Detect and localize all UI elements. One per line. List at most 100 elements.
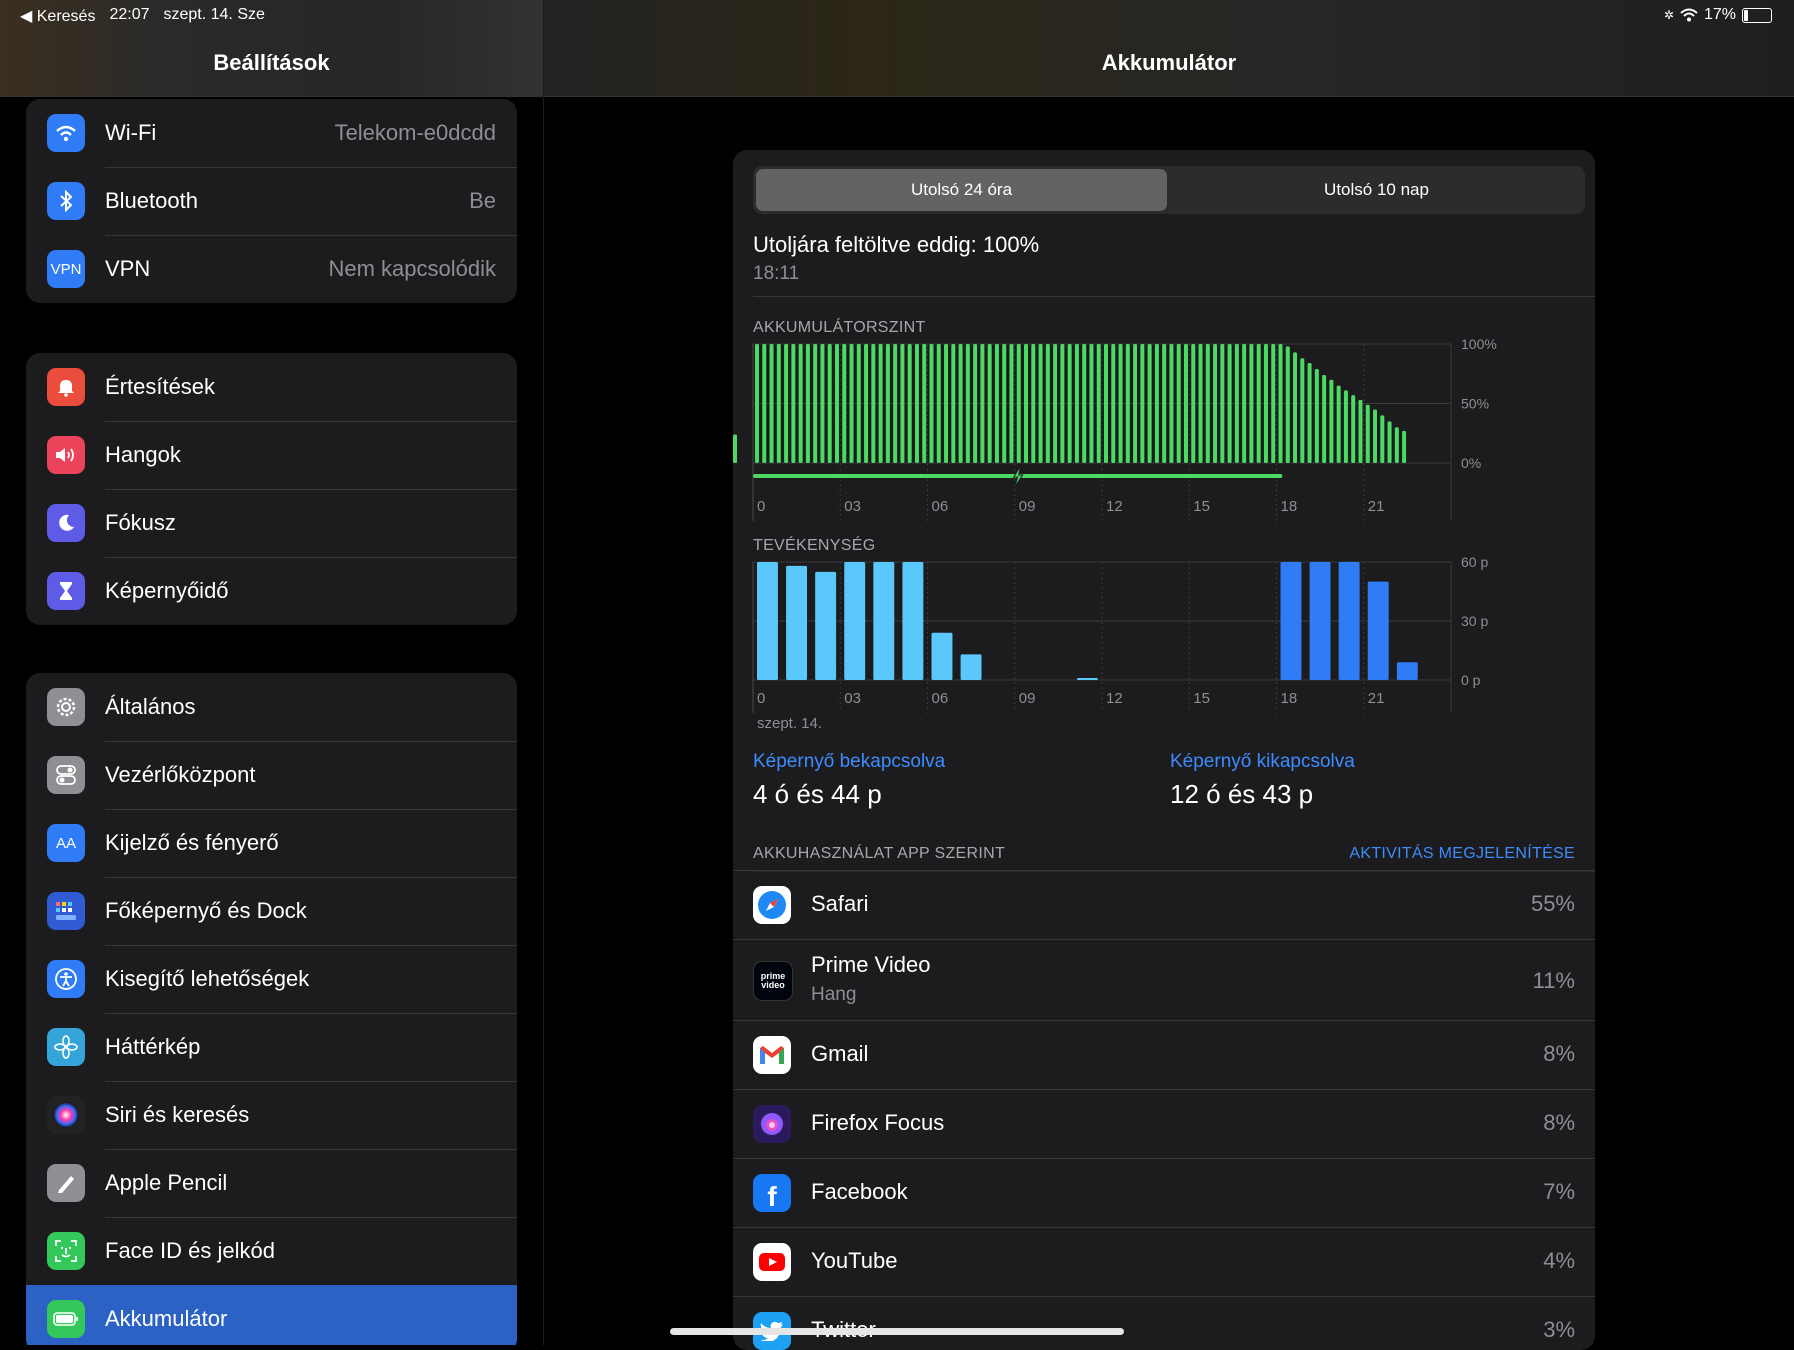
app-subtitle: Hang	[811, 984, 857, 1005]
battery-level-bar	[1031, 344, 1036, 463]
battery-level-bar	[958, 344, 963, 463]
activity-bar	[815, 571, 837, 680]
status-date: szept. 14. Sze	[163, 6, 265, 23]
battery-level-bar	[827, 344, 832, 463]
status-time: 22:07	[109, 6, 150, 23]
battery-level-bar	[1394, 427, 1399, 463]
app-usage-row[interactable]: YouTube 4%	[733, 1227, 1595, 1296]
y-tick-label: 100%	[1461, 336, 1497, 352]
battery-level-bar	[1256, 344, 1261, 463]
sidebar-item-pencil[interactable]: Apple Pencil	[26, 1149, 517, 1218]
app-name: Facebook	[811, 1179, 908, 1204]
x-tick-label: 09	[1019, 690, 1036, 707]
sidebar-item-label: Fókusz	[105, 489, 517, 558]
battery-level-bar	[1351, 395, 1356, 463]
battery-level-bar	[820, 344, 825, 463]
battery-level-bar	[1125, 344, 1130, 463]
settings-group-notifications: Értesítések Hangok Fókusz Képernyőidő	[26, 353, 517, 625]
battery-level-bar	[951, 344, 956, 463]
sidebar-item-hourglass[interactable]: Képernyőidő	[26, 557, 517, 625]
y-tick-label: 50%	[1461, 396, 1489, 412]
x-tick-label: 03	[844, 498, 861, 515]
screen-off-value: 12 ó és 43 p	[1170, 779, 1314, 809]
battery-level-bar	[965, 344, 970, 463]
x-tick-label: 09	[1019, 498, 1036, 515]
activity-bar	[757, 562, 778, 680]
app-usage-percent: 7%	[1543, 1179, 1575, 1204]
back-to-search-link[interactable]: ◀ Keresés	[20, 6, 95, 26]
home-indicator[interactable]	[670, 1328, 1124, 1335]
sidebar-item-label: Face ID és jelkód	[105, 1217, 517, 1286]
battery-card: Utolsó 24 óra Utolsó 10 nap Utoljára fel…	[733, 150, 1595, 1350]
sidebar-item-notifications[interactable]: Értesítések	[26, 353, 517, 422]
app-usage-row[interactable]: Gmail 8%	[733, 1020, 1595, 1089]
x-tick-label: 21	[1368, 690, 1385, 707]
sidebar-item-label: Kisegítő lehetőségek	[105, 945, 517, 1014]
battery-detail-pane: Akkumulátor Utolsó 24 óra Utolsó 10 nap …	[544, 0, 1794, 1350]
battery-level-bar	[842, 344, 847, 463]
sidebar-item-vpn[interactable]: VPN VPN Nem kapcsolódik	[26, 235, 517, 303]
vpn-icon: VPN	[47, 250, 85, 288]
youtube-icon	[753, 1243, 791, 1281]
sidebar-item-battery[interactable]: Akkumulátor	[26, 1285, 517, 1345]
x-tick-label: 06	[932, 498, 949, 515]
battery-level-bar	[1198, 344, 1203, 463]
sidebar-item-label: Hangok	[105, 421, 517, 490]
app-usage-percent: 11%	[1532, 968, 1575, 993]
sidebar-item-face-id[interactable]: Face ID és jelkód	[26, 1217, 517, 1286]
activity-bar	[844, 562, 866, 680]
sidebar-item-accessibility[interactable]: Kisegítő lehetőségek	[26, 945, 517, 1014]
wallpaper-flower-icon	[47, 1028, 85, 1066]
battery-level-bar	[1343, 390, 1348, 463]
app-usage-row[interactable]: f Facebook 7%	[733, 1158, 1595, 1227]
app-usage-row[interactable]: prime video Prime Video Hang 11%	[733, 939, 1595, 1020]
battery-level-bar	[1373, 409, 1378, 463]
show-activity-link[interactable]: AKTIVITÁS MEGJELENÍTÉSE	[1349, 845, 1575, 863]
sidebar-item-siri[interactable]: Siri és keresés	[26, 1081, 517, 1150]
battery-level-bar	[922, 344, 927, 463]
battery-level-bar	[1053, 344, 1058, 463]
activity-bar	[931, 632, 953, 680]
battery-level-bar	[1380, 415, 1385, 463]
battery-level-bar	[1169, 344, 1174, 463]
sidebar-item-label: Kijelző és fényerő	[105, 809, 517, 878]
notifications-icon	[47, 368, 85, 406]
sidebar-item-home-screen[interactable]: Főképernyő és Dock	[26, 877, 517, 946]
app-usage-row[interactable]: Safari 55%	[733, 870, 1595, 939]
bluetooth-icon	[47, 182, 85, 220]
app-usage-percent: 3%	[1543, 1317, 1575, 1342]
settings-group-connectivity: Wi-Fi Telekom-e0dcdd Bluetooth Be VPN VPN Nem …	[26, 99, 517, 303]
battery-level-bar	[1118, 344, 1123, 463]
battery-level-bar	[1263, 344, 1268, 463]
sidebar-item-focus-moon[interactable]: Fókusz	[26, 489, 517, 558]
focus-moon-icon	[47, 504, 85, 542]
sidebar-item-label: Értesítések	[105, 353, 517, 422]
app-usage-percent: 4%	[1543, 1248, 1575, 1273]
x-tick-label: 0	[757, 498, 765, 515]
battery-level-bar	[929, 344, 934, 463]
battery-level-bar	[1213, 344, 1218, 463]
home-screen-icon	[47, 892, 85, 930]
battery-level-bar	[1205, 344, 1210, 463]
battery-level-bar	[1191, 344, 1196, 463]
x-tick-label: 06	[932, 690, 949, 707]
sidebar-item-wallpaper-flower[interactable]: Háttérkép	[26, 1013, 517, 1082]
sidebar-item-wifi[interactable]: Wi-Fi Telekom-e0dcdd	[26, 99, 517, 168]
battery-level-bar	[914, 344, 919, 463]
battery-level-bar	[1002, 344, 1007, 463]
sidebar-item-toggles[interactable]: Vezérlőközpont	[26, 741, 517, 810]
sidebar-item-display[interactable]: AA Kijelző és fényerő	[26, 809, 517, 878]
sidebar-item-bluetooth[interactable]: Bluetooth Be	[26, 167, 517, 236]
app-name: Gmail	[811, 1041, 869, 1066]
battery-level-bar	[878, 344, 883, 463]
app-usage-row[interactable]: Firefox Focus 8%	[733, 1089, 1595, 1158]
app-usage-row[interactable]: Twitter3%	[733, 1296, 1595, 1350]
battery-level-bar	[1016, 344, 1021, 463]
battery-percentage: 17%	[1703, 6, 1736, 23]
sidebar-item-sounds[interactable]: Hangok	[26, 421, 517, 490]
battery-level-bar	[1089, 344, 1094, 463]
settings-group-general: Általános Vezérlőközpont AA Kijelző és fény…	[26, 673, 517, 1345]
x-tick-label: 0	[757, 690, 765, 707]
sidebar-item-label: Képernyőidő	[105, 578, 229, 603]
sidebar-item-gear[interactable]: Általános	[26, 673, 517, 742]
